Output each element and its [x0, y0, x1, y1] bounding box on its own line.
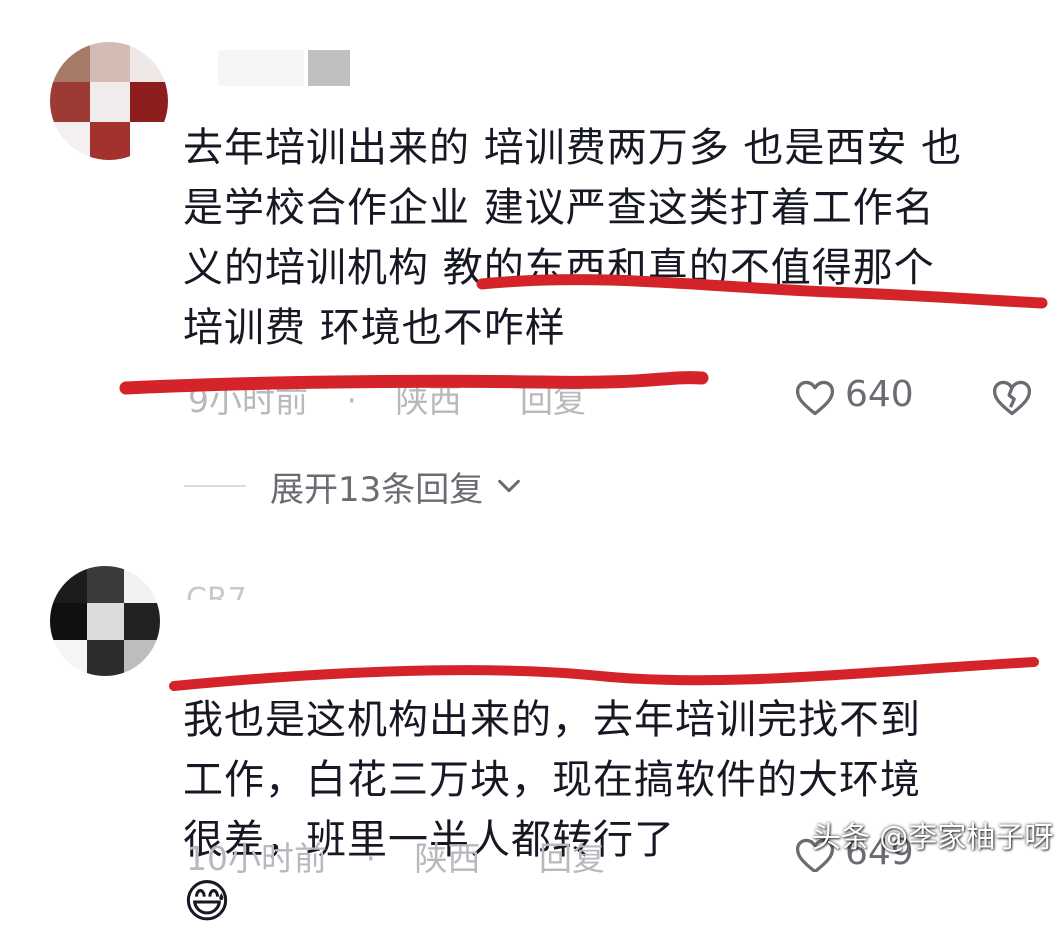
redaction-block	[218, 50, 304, 86]
avatar-mosaic-tile	[87, 640, 124, 676]
avatar-mosaic-tile	[90, 42, 130, 82]
comment-text: 我也是这机构出来的，去年培训完找不到 工作，白花三万块，现在搞软件的大环境 很差…	[183, 630, 1033, 931]
broken-heart-icon[interactable]	[990, 376, 1034, 420]
meta-separator: ·	[365, 839, 377, 878]
avatar-mosaic-tile	[50, 640, 87, 676]
watermark: 头条 @李家柚子呀	[812, 820, 1054, 854]
like-count: 640	[845, 374, 914, 415]
comment-text: 去年培训出来的 培训费两万多 也是西安 也 是学校合作企业 建议严查这类打着工作…	[183, 125, 963, 351]
commenter-avatar[interactable]	[50, 42, 168, 160]
avatar-mosaic-tile	[130, 82, 168, 122]
commenter-avatar[interactable]	[50, 566, 160, 676]
expand-divider	[184, 485, 246, 487]
avatar-mosaic-tile	[130, 42, 168, 82]
comment-username[interactable]: CR7	[186, 570, 247, 600]
avatar-mosaic-tile	[87, 566, 124, 603]
avatar-mosaic-tile	[87, 603, 124, 640]
avatar-mosaic-tile	[50, 42, 90, 82]
avatar-mosaic-tile	[124, 566, 160, 603]
avatar-mosaic-tile	[50, 122, 90, 160]
like-button[interactable]: 640	[793, 374, 923, 422]
avatar-mosaic-tile	[50, 82, 90, 122]
meta-separator: ·	[346, 381, 358, 420]
avatar-mosaic-tile	[124, 603, 160, 640]
comment-time: 9小时前	[188, 381, 308, 420]
grinning-sweat-emoji-icon: 😅	[183, 874, 232, 928]
avatar-mosaic-tile	[50, 603, 87, 640]
avatar-mosaic-tile	[90, 122, 130, 160]
avatar-mosaic-tile	[130, 122, 168, 160]
reply-button[interactable]: 回复	[539, 832, 605, 880]
avatar-mosaic-tile	[124, 640, 160, 676]
avatar-mosaic-tile	[50, 566, 87, 603]
comment-location: 陕西	[395, 381, 462, 420]
comment-meta: 10小时前 · 陕西 回复	[186, 832, 605, 880]
username-redacted[interactable]	[218, 50, 350, 86]
comment-time: 10小时前	[186, 839, 327, 878]
comment-meta: 9小时前 · 陕西 回复	[188, 374, 586, 422]
comment-location: 陕西	[414, 839, 481, 878]
expand-replies-button[interactable]: 展开13条回复	[184, 458, 523, 514]
reply-button[interactable]: 回复	[520, 374, 586, 422]
expand-replies-label: 展开13条回复	[270, 469, 484, 510]
avatar-mosaic-tile	[90, 82, 130, 122]
chevron-down-icon	[498, 479, 521, 493]
redaction-block	[308, 50, 350, 86]
heart-outline-icon	[795, 380, 835, 416]
